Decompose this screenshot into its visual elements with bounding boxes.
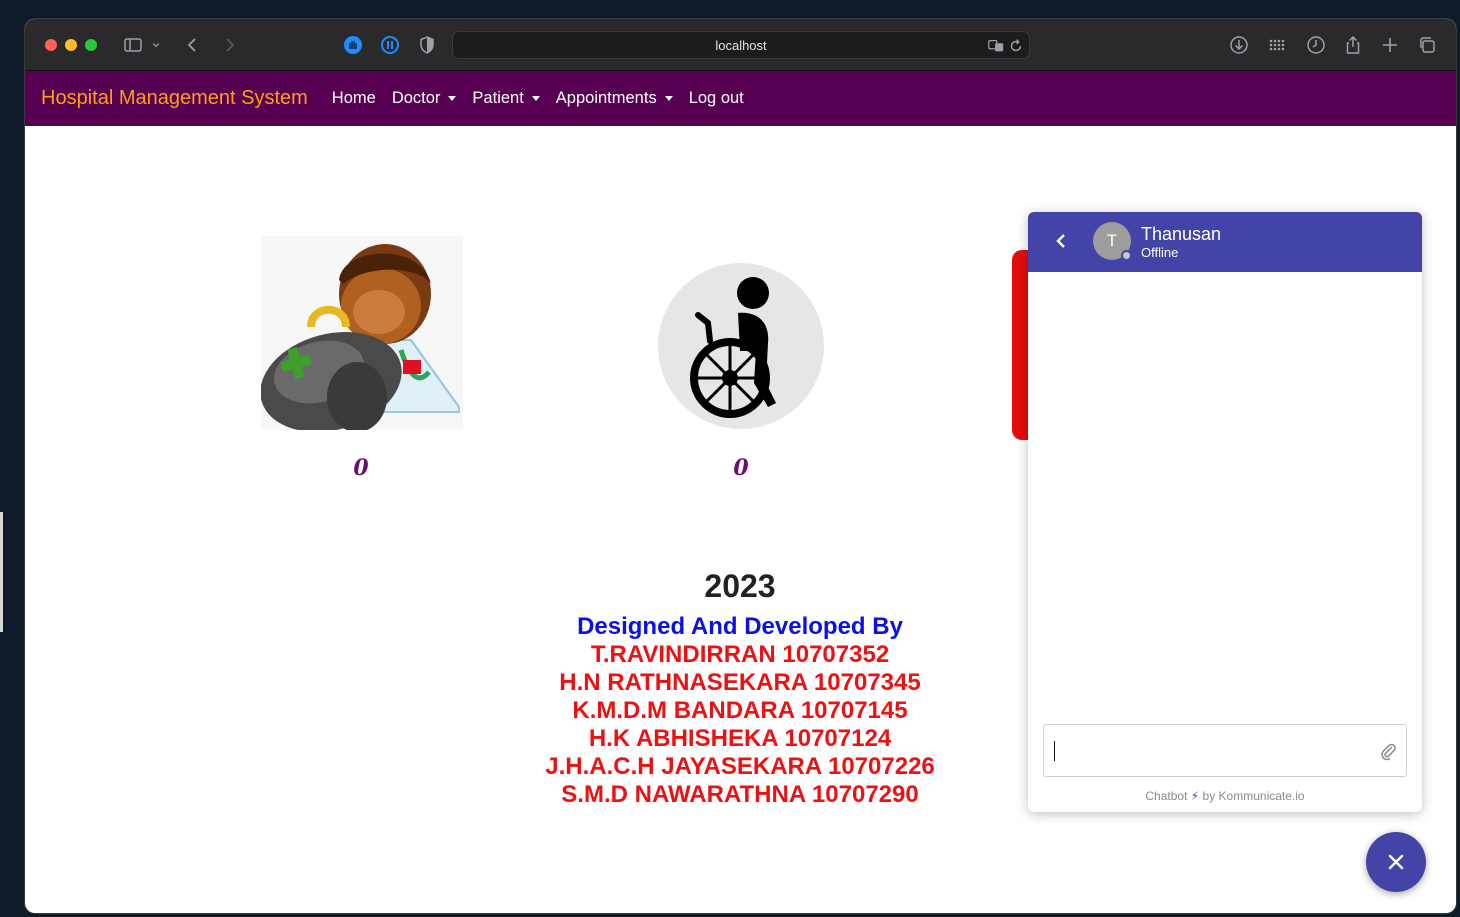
history-icon[interactable] [1304, 33, 1328, 57]
avatar-initial: T [1106, 231, 1118, 250]
developer-name: S.M.D NAWARATHNA 10707290 [561, 781, 919, 808]
address-bar[interactable]: localhost [452, 31, 1030, 59]
nav-home-label: Home [331, 89, 376, 107]
site-navbar: Hospital Management System Home Doctor P… [25, 71, 1456, 126]
powered-prefix: Chatbot [1145, 789, 1188, 803]
forward-icon[interactable] [217, 33, 241, 57]
lightning-icon: ⚡ [1190, 789, 1200, 803]
chat-close-button[interactable] [1366, 832, 1426, 892]
desktop-edge [0, 512, 3, 632]
developer-name: T.RAVINDIRRAN 10707352 [590, 641, 890, 668]
chat-message-input[interactable] [1043, 724, 1407, 777]
tab-overview-icon[interactable] [1415, 33, 1439, 57]
zoom-window-button[interactable] [85, 39, 97, 51]
browser-window: localhost Hospital Management System Hom… [25, 19, 1456, 913]
nav-appointments-dropdown[interactable]: Appointments [556, 89, 673, 108]
powered-suffix: by Kommunicate.io [1202, 789, 1305, 803]
text-cursor [1054, 741, 1055, 761]
nav-appointments-label: Appointments [555, 89, 657, 107]
nav-logout-label: Log out [688, 89, 744, 107]
doctor-illustration[interactable] [261, 232, 463, 430]
powered-by[interactable]: Chatbot ⚡ by Kommunicate.io [1028, 789, 1422, 803]
caret-down-icon [531, 96, 540, 101]
paperclip-icon[interactable] [1378, 741, 1398, 761]
caret-down-icon [664, 96, 673, 101]
extensions-grid-icon[interactable] [1265, 33, 1289, 57]
reload-icon[interactable] [1007, 37, 1025, 55]
close-window-button[interactable] [45, 39, 57, 51]
chevron-down-icon[interactable] [149, 33, 163, 57]
developer-name: J.H.A.C.H JAYASEKARA 10707226 [545, 753, 935, 780]
url-text: localhost [715, 37, 767, 53]
patient-count: 0 [733, 455, 749, 481]
browser-toolbar: localhost [25, 19, 1456, 71]
downloads-icon[interactable] [1227, 33, 1251, 57]
copyright-year: 2023 [704, 568, 776, 604]
developer-name: H.K ABHISHEKA 10707124 [588, 725, 892, 752]
new-tab-icon[interactable] [1378, 33, 1402, 57]
share-icon[interactable] [1341, 33, 1365, 57]
hand-extension-icon[interactable] [341, 33, 365, 57]
minimize-window-button[interactable] [65, 39, 77, 51]
back-icon[interactable] [181, 33, 205, 57]
nav-doctor-dropdown[interactable]: Doctor [392, 89, 457, 108]
wheelchair-patient-icon[interactable] [658, 263, 824, 429]
chevron-left-icon[interactable] [1050, 230, 1072, 252]
chat-widget: T Thanusan Offline Chatbot ⚡ by Kommunic… [1028, 212, 1422, 812]
nav-patient-dropdown[interactable]: Patient [472, 89, 540, 108]
nav-logout[interactable]: Log out [689, 89, 744, 108]
chat-header: T Thanusan Offline [1028, 212, 1422, 272]
credits-heading: Designed And Developed By [577, 613, 903, 640]
pause-extension-icon[interactable] [378, 33, 402, 57]
chat-agent-status: Offline [1141, 245, 1179, 260]
developer-name: K.M.D.M BANDARA 10707145 [572, 697, 908, 724]
status-dot [1121, 250, 1132, 261]
nav-home[interactable]: Home [332, 89, 376, 108]
close-icon [1388, 854, 1404, 870]
developer-name: H.N RATHNASEKARA 10707345 [559, 669, 921, 696]
doctor-count: 0 [353, 455, 369, 481]
nav-doctor-label: Doctor [391, 89, 441, 107]
shield-icon[interactable] [415, 33, 439, 57]
developer-credits: Designed And Developed By T.RAVINDIRRAN … [440, 613, 1040, 809]
nav-patient-label: Patient [472, 89, 524, 107]
sidebar-toggle-icon[interactable] [121, 33, 145, 57]
brand-link[interactable]: Hospital Management System [41, 87, 308, 110]
caret-down-icon [448, 96, 457, 101]
chat-agent-name: Thanusan [1141, 224, 1222, 244]
translate-icon[interactable] [987, 37, 1005, 55]
